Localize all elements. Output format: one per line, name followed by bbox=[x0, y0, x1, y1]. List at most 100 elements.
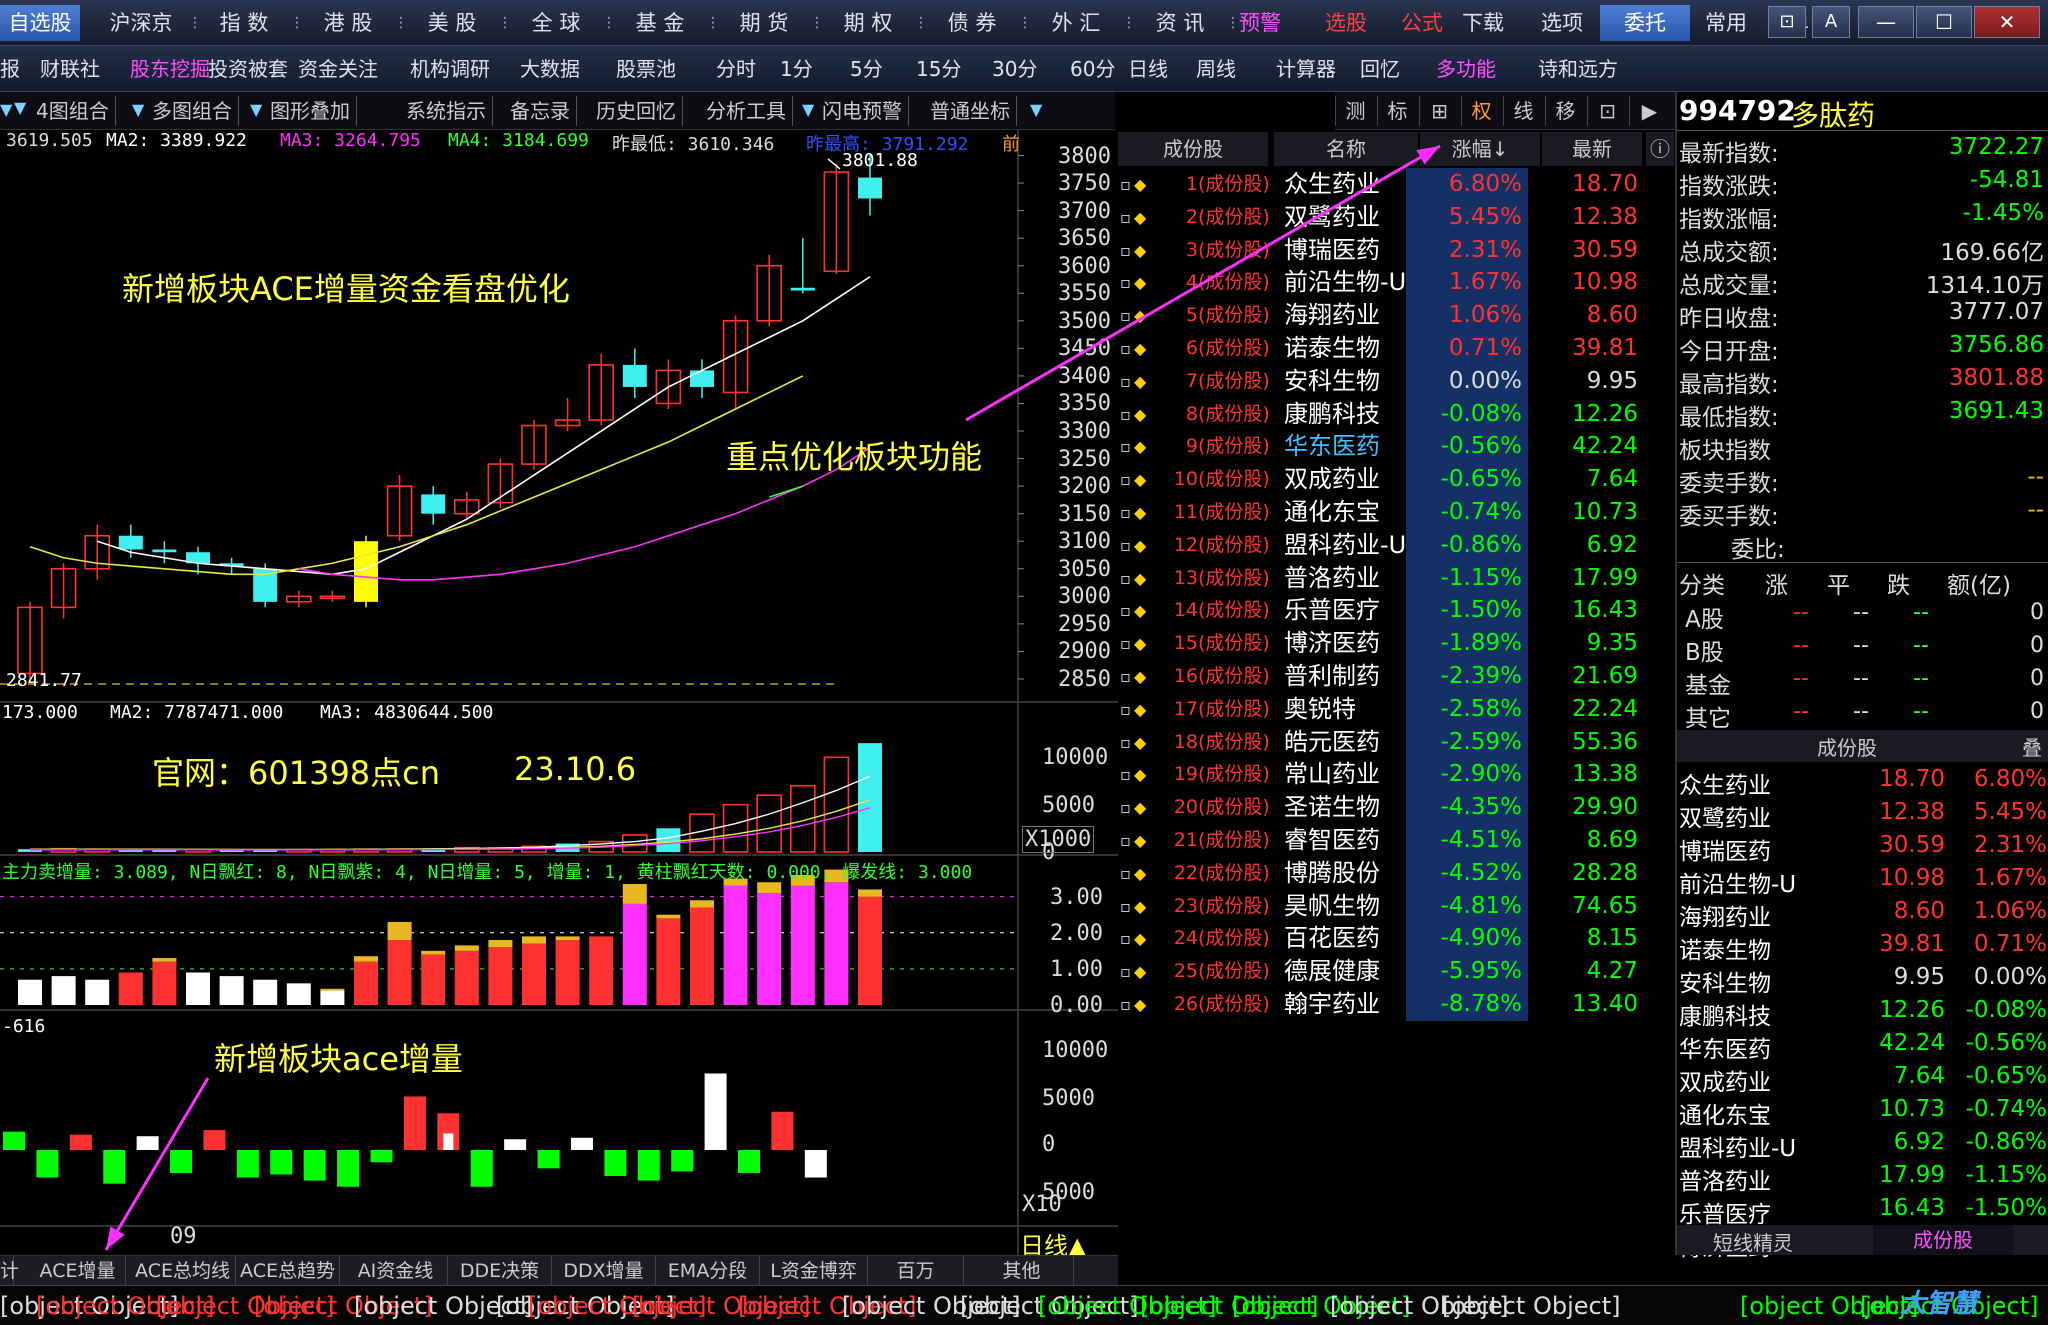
toolbar-item-10[interactable]: 5分 bbox=[850, 54, 883, 84]
top-menu-7[interactable]: 期 货 bbox=[716, 5, 812, 41]
table-row[interactable]: ▫ ◆ 3 (成份股) 博瑞医药 2.31% 30.59 bbox=[1118, 233, 1675, 267]
tool-tab-4[interactable]: 线 bbox=[1503, 96, 1543, 126]
top-menu-12[interactable]: 预警 bbox=[1232, 5, 1288, 41]
tool-tab-6[interactable]: ⊡ bbox=[1587, 96, 1627, 126]
chart-tool-8[interactable]: 普通坐标 bbox=[924, 96, 1017, 126]
top-menu-5[interactable]: 全 球 bbox=[508, 5, 604, 41]
toolbar-item-3[interactable]: 投资被套 bbox=[208, 54, 288, 84]
top-menu-3[interactable]: 港 股 bbox=[300, 5, 396, 41]
indicator-tab-5[interactable]: DDE决策 bbox=[448, 1256, 552, 1286]
table-row[interactable]: ▫ ◆ 18 (成份股) 皓元医药 -2.59% 55.36 bbox=[1118, 725, 1675, 759]
toolbar-item-2[interactable]: 股东挖掘 bbox=[130, 54, 210, 84]
table-row[interactable]: ▫ ◆ 23 (成份股) 昊帆生物 -4.81% 74.65 bbox=[1118, 889, 1675, 923]
tool-tab-5[interactable]: 移 bbox=[1545, 96, 1585, 126]
maximize-button[interactable]: ☐ bbox=[1916, 6, 1972, 38]
toolbar-item-8[interactable]: 分时 bbox=[716, 54, 756, 84]
table-row[interactable]: ▫ ◆ 26 (成份股) 翰宇药业 -8.78% 13.40 bbox=[1118, 988, 1675, 1021]
row-checkbox-icon[interactable]: ▫ bbox=[1120, 562, 1131, 595]
row-checkbox-icon[interactable]: ▫ bbox=[1120, 168, 1131, 201]
chart-tool-4[interactable]: 备忘录 bbox=[504, 96, 577, 126]
toolbar-item-18[interactable]: 多功能 bbox=[1436, 54, 1496, 84]
list-name[interactable]: 普洛药业 bbox=[1679, 1162, 1855, 1196]
top-menu-10[interactable]: 外 汇 bbox=[1028, 5, 1124, 41]
table-row[interactable]: ▫ ◆ 1 (成份股) 众生药业 6.80% 18.70 bbox=[1118, 168, 1675, 201]
table-row[interactable]: ▫ ◆ 20 (成份股) 圣诺生物 -4.35% 29.90 bbox=[1118, 791, 1675, 825]
list-name[interactable]: 博瑞医药 bbox=[1679, 832, 1855, 866]
list-name[interactable]: 华东医药 bbox=[1679, 1030, 1855, 1064]
list-name[interactable]: 众生药业 bbox=[1679, 766, 1855, 800]
table-row[interactable]: ▫ ◆ 10 (成份股) 双成药业 -0.65% 7.64 bbox=[1118, 463, 1675, 497]
table-row[interactable]: ▫ ◆ 15 (成份股) 博济医药 -1.89% 9.35 bbox=[1118, 627, 1675, 661]
list-name[interactable]: 通化东宝 bbox=[1679, 1096, 1855, 1130]
table-header-4[interactable]: ⓘ bbox=[1646, 132, 1674, 166]
row-checkbox-icon[interactable]: ▫ bbox=[1120, 726, 1131, 759]
row-checkbox-icon[interactable]: ▫ bbox=[1120, 594, 1131, 627]
toolbar-item-14[interactable]: 日线 bbox=[1128, 54, 1168, 84]
toolbar-item-19[interactable]: 诗和远方 bbox=[1538, 54, 1618, 84]
row-checkbox-icon[interactable]: ▫ bbox=[1120, 857, 1131, 890]
top-menu-18[interactable]: 常用 bbox=[1696, 5, 1756, 41]
top-menu-9[interactable]: 债 券 bbox=[924, 5, 1020, 41]
list-name[interactable]: 诺泰生物 bbox=[1679, 931, 1855, 965]
list-name[interactable]: 海翔药业 bbox=[1679, 898, 1855, 932]
toolbar-item-17[interactable]: 回忆 bbox=[1360, 54, 1400, 84]
indicator-tab-3[interactable]: ACE总趋势 bbox=[236, 1256, 340, 1286]
top-menu-14[interactable]: 公式 bbox=[1392, 5, 1452, 41]
top-menu-16[interactable]: 选项 bbox=[1526, 5, 1598, 41]
dropdown-icon[interactable]: ▼ bbox=[1030, 100, 1042, 119]
minimize-button[interactable]: — bbox=[1858, 6, 1914, 38]
chart-tool-2[interactable]: 图形叠加 bbox=[264, 96, 357, 126]
list-header[interactable]: 成份股 bbox=[1817, 732, 1877, 761]
row-checkbox-icon[interactable]: ▫ bbox=[1120, 266, 1131, 299]
table-header-3[interactable]: 最新 bbox=[1542, 132, 1642, 166]
tool-tab-3[interactable]: 权 bbox=[1461, 96, 1501, 126]
row-checkbox-icon[interactable]: ▫ bbox=[1120, 824, 1131, 857]
indicator-tab-6[interactable]: DDX增量 bbox=[552, 1256, 656, 1286]
dropdown-icon[interactable]: ▼ bbox=[132, 100, 144, 119]
row-checkbox-icon[interactable]: ▫ bbox=[1120, 758, 1131, 791]
table-row[interactable]: ▫ ◆ 4 (成份股) 前沿生物-U 1.67% 10.98 bbox=[1118, 266, 1675, 300]
indicator-tab-8[interactable]: L资金博弈 bbox=[760, 1256, 868, 1286]
tab-constituents[interactable]: 成份股 bbox=[1873, 1225, 2013, 1255]
table-header-0[interactable]: 成份股 bbox=[1118, 132, 1268, 166]
toolbar-item-15[interactable]: 周线 bbox=[1196, 54, 1236, 84]
row-checkbox-icon[interactable]: ▫ bbox=[1120, 529, 1131, 562]
list-name[interactable]: 双鹭药业 bbox=[1679, 799, 1855, 833]
chart-tool-3[interactable]: 系统指示 bbox=[400, 96, 493, 126]
table-row[interactable]: ▫ ◆ 6 (成份股) 诺泰生物 0.71% 39.81 bbox=[1118, 332, 1675, 365]
top-menu-6[interactable]: 基 金 bbox=[612, 5, 708, 41]
top-menu-1[interactable]: 沪深京 bbox=[92, 5, 190, 41]
table-row[interactable]: ▫ ◆ 13 (成份股) 普洛药业 -1.15% 17.99 bbox=[1118, 561, 1675, 595]
table-row[interactable]: ▫ ◆ 16 (成份股) 普利制药 -2.39% 21.69 bbox=[1118, 660, 1675, 693]
toolbar-item-16[interactable]: 计算器 bbox=[1276, 54, 1336, 84]
toolbar-item-6[interactable]: 大数据 bbox=[520, 54, 580, 84]
tool-tab-1[interactable]: 标 bbox=[1377, 96, 1417, 126]
toolbar-item-13[interactable]: 60分 bbox=[1070, 54, 1115, 84]
row-checkbox-icon[interactable]: ▫ bbox=[1120, 299, 1131, 332]
row-checkbox-icon[interactable]: ▫ bbox=[1120, 332, 1131, 365]
tool-tab-2[interactable]: ⊞ bbox=[1419, 96, 1459, 126]
indicator-tab-7[interactable]: EMA分段 bbox=[656, 1256, 760, 1286]
indicator-tab-2[interactable]: ACE总均线 bbox=[130, 1256, 236, 1286]
row-checkbox-icon[interactable]: ▫ bbox=[1120, 201, 1131, 234]
list-name[interactable]: 盟科药业-U bbox=[1679, 1129, 1855, 1163]
row-checkbox-icon[interactable]: ▫ bbox=[1120, 660, 1131, 693]
table-row[interactable]: ▫ ◆ 9 (成份股) 华东医药 -0.56% 42.24 bbox=[1118, 430, 1675, 464]
close-button[interactable]: ✕ bbox=[1974, 6, 2040, 38]
list-name[interactable]: 乐普医疗 bbox=[1679, 1195, 1855, 1229]
row-checkbox-icon[interactable]: ▫ bbox=[1120, 693, 1131, 726]
table-row[interactable]: ▫ ◆ 11 (成份股) 通化东宝 -0.74% 10.73 bbox=[1118, 496, 1675, 529]
top-menu-11[interactable]: 资 讯 bbox=[1132, 5, 1228, 41]
chart-tool-5[interactable]: 历史回忆 bbox=[590, 96, 683, 126]
row-checkbox-icon[interactable]: ▫ bbox=[1120, 988, 1131, 1021]
row-checkbox-icon[interactable]: ▫ bbox=[1120, 791, 1131, 824]
table-row[interactable]: ▫ ◆ 25 (成份股) 德展健康 -5.95% 4.27 bbox=[1118, 955, 1675, 989]
row-checkbox-icon[interactable]: ▫ bbox=[1120, 890, 1131, 923]
indicator-tab-1[interactable]: ACE增量 bbox=[30, 1256, 126, 1286]
row-checkbox-icon[interactable]: ▫ bbox=[1120, 496, 1131, 529]
row-checkbox-icon[interactable]: ▫ bbox=[1120, 234, 1131, 267]
toolbar-item-11[interactable]: 15分 bbox=[916, 54, 961, 84]
dropdown-icon[interactable]: ▼ bbox=[250, 100, 262, 119]
table-row[interactable]: ▫ ◆ 19 (成份股) 常山药业 -2.90% 13.38 bbox=[1118, 758, 1675, 792]
top-menu-15[interactable]: 下载 bbox=[1448, 5, 1518, 41]
